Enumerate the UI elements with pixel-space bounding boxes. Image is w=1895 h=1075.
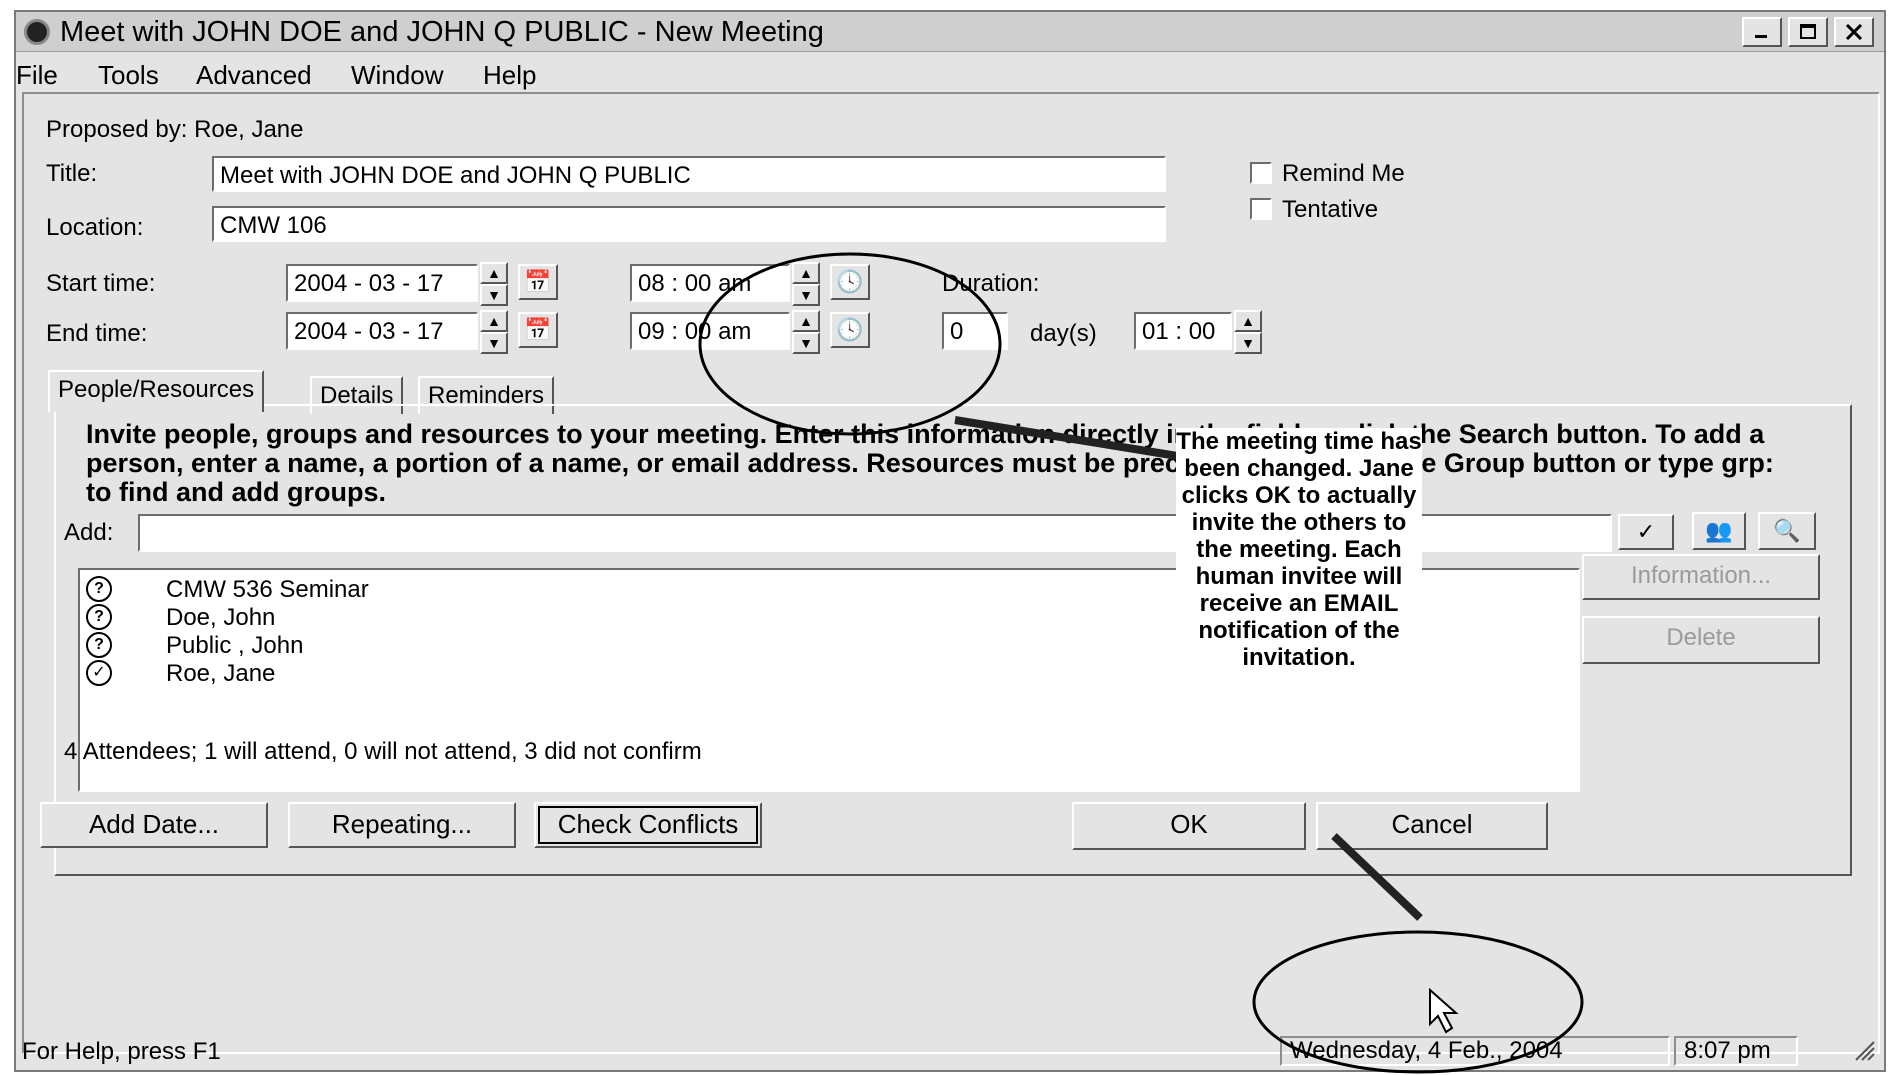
end-time-label: End time: xyxy=(46,320,148,347)
status-date: Wednesday, 4 Feb., 2004 xyxy=(1280,1036,1670,1066)
search-icon: 🔍 xyxy=(1773,518,1801,543)
up-arrow-icon[interactable]: ▲ xyxy=(792,310,820,332)
end-calendar-button[interactable]: 📅 xyxy=(518,312,558,348)
attendee-name: Doe, John xyxy=(166,604,276,631)
tentative-checkbox[interactable] xyxy=(1250,198,1272,220)
close-button[interactable] xyxy=(1834,17,1874,47)
cancel-button[interactable]: Cancel xyxy=(1316,802,1548,850)
maximize-button[interactable] xyxy=(1788,17,1828,47)
attendee-summary: 4 Attendees; 1 will attend, 0 will not a… xyxy=(64,738,702,765)
end-time-spinner[interactable]: ▲ ▼ xyxy=(792,310,820,354)
days-label: day(s) xyxy=(1030,320,1097,347)
title-field[interactable]: Meet with JOHN DOE and JOHN Q PUBLIC xyxy=(212,156,1166,192)
menu-help[interactable]: Help xyxy=(483,60,536,91)
duration-days-field[interactable]: 0 xyxy=(942,312,1008,350)
end-date-field[interactable]: 2004 - 03 - 17 xyxy=(286,312,478,350)
remind-me-label: Remind Me xyxy=(1282,160,1405,187)
status-bar: For Help, press F1 Wednesday, 4 Feb., 20… xyxy=(6,1036,1875,1066)
tentative-label: Tentative xyxy=(1282,196,1379,223)
information-button[interactable]: Information... xyxy=(1582,554,1820,600)
duration-label: Duration: xyxy=(942,270,1040,297)
clock-icon: 🕓 xyxy=(836,317,864,342)
resize-grip-icon[interactable] xyxy=(1852,1038,1876,1067)
start-clock-button[interactable]: 🕓 xyxy=(830,264,870,300)
down-arrow-icon[interactable]: ▼ xyxy=(480,332,508,354)
delete-button[interactable]: Delete xyxy=(1582,616,1820,664)
down-arrow-icon[interactable]: ▼ xyxy=(792,332,820,354)
minimize-button[interactable] xyxy=(1742,17,1782,47)
end-date-spinner[interactable]: ▲ ▼ xyxy=(480,310,508,354)
down-arrow-icon[interactable]: ▼ xyxy=(480,284,508,306)
remind-me-checkbox[interactable] xyxy=(1250,162,1272,184)
up-arrow-icon[interactable]: ▲ xyxy=(480,310,508,332)
title-label: Title: xyxy=(46,160,98,187)
question-icon: ? xyxy=(86,576,112,602)
start-time-label: Start time: xyxy=(46,270,156,297)
invite-instructions: Invite people, groups and resources to y… xyxy=(86,419,1774,507)
annotation-callout: The meeting time has been changed. Jane … xyxy=(1176,428,1422,671)
end-time-field[interactable]: 09 : 00 am xyxy=(630,312,790,350)
window-title: Meet with JOHN DOE and JOHN Q PUBLIC - N… xyxy=(60,16,824,48)
attendee-name: Public , John xyxy=(166,632,304,659)
attendee-name: Roe, Jane xyxy=(166,660,276,687)
menu-advanced[interactable]: Advanced xyxy=(196,60,312,91)
proposed-by-text: Proposed by: Roe, Jane xyxy=(46,116,304,143)
start-date-spinner[interactable]: ▲ ▼ xyxy=(480,262,508,306)
menu-bar: File Tools Advanced Window Help xyxy=(16,54,1884,90)
up-arrow-icon[interactable]: ▲ xyxy=(480,262,508,284)
app-icon xyxy=(24,19,50,45)
clock-icon: 🕓 xyxy=(836,269,864,294)
menu-file[interactable]: File xyxy=(16,60,58,91)
group-button[interactable]: 👥 xyxy=(1692,512,1746,550)
start-date-field[interactable]: 2004 - 03 - 17 xyxy=(286,264,478,302)
status-time: 8:07 pm xyxy=(1674,1036,1798,1066)
calendar-icon: 📅 xyxy=(524,317,552,342)
add-date-button[interactable]: Add Date... xyxy=(40,802,268,848)
title-bar: Meet with JOHN DOE and JOHN Q PUBLIC - N… xyxy=(16,12,1884,52)
up-arrow-icon[interactable]: ▲ xyxy=(792,262,820,284)
question-icon: ? xyxy=(86,632,112,658)
group-icon: 👥 xyxy=(1705,518,1733,543)
maximize-icon xyxy=(1800,24,1816,39)
checkmark-icon: ✓ xyxy=(1636,519,1656,544)
menu-window[interactable]: Window xyxy=(351,60,443,91)
add-label: Add: xyxy=(64,519,114,546)
check-conflicts-button[interactable]: Check Conflicts xyxy=(534,802,762,848)
duration-spinner[interactable]: ▲ ▼ xyxy=(1234,310,1262,354)
start-time-field[interactable]: 08 : 00 am xyxy=(630,264,790,302)
menu-tools[interactable]: Tools xyxy=(98,60,159,91)
down-arrow-icon[interactable]: ▼ xyxy=(792,284,820,306)
attendee-name: CMW 536 Seminar xyxy=(166,576,369,603)
start-calendar-button[interactable]: 📅 xyxy=(518,264,558,300)
location-label: Location: xyxy=(46,214,144,241)
meeting-window: Meet with JOHN DOE and JOHN Q PUBLIC - N… xyxy=(14,10,1886,1072)
question-icon: ? xyxy=(86,604,112,630)
close-icon xyxy=(1845,24,1863,40)
start-time-spinner[interactable]: ▲ ▼ xyxy=(792,262,820,306)
search-button[interactable]: 🔍 xyxy=(1758,512,1816,550)
check-names-button[interactable]: ✓ xyxy=(1618,514,1674,550)
location-field[interactable]: CMW 106 xyxy=(212,206,1166,242)
down-arrow-icon[interactable]: ▼ xyxy=(1234,332,1262,354)
repeating-button[interactable]: Repeating... xyxy=(288,802,516,848)
duration-time-field[interactable]: 01 : 00 xyxy=(1134,312,1232,350)
up-arrow-icon[interactable]: ▲ xyxy=(1234,310,1262,332)
calendar-icon: 📅 xyxy=(524,269,552,294)
tab-people-resources[interactable]: People/Resources xyxy=(48,370,265,412)
end-clock-button[interactable]: 🕓 xyxy=(830,312,870,348)
help-hint: For Help, press F1 xyxy=(22,1038,221,1065)
minimize-icon xyxy=(1755,35,1767,38)
ok-button[interactable]: OK xyxy=(1072,802,1306,850)
accepted-icon: ✓ xyxy=(86,660,112,686)
